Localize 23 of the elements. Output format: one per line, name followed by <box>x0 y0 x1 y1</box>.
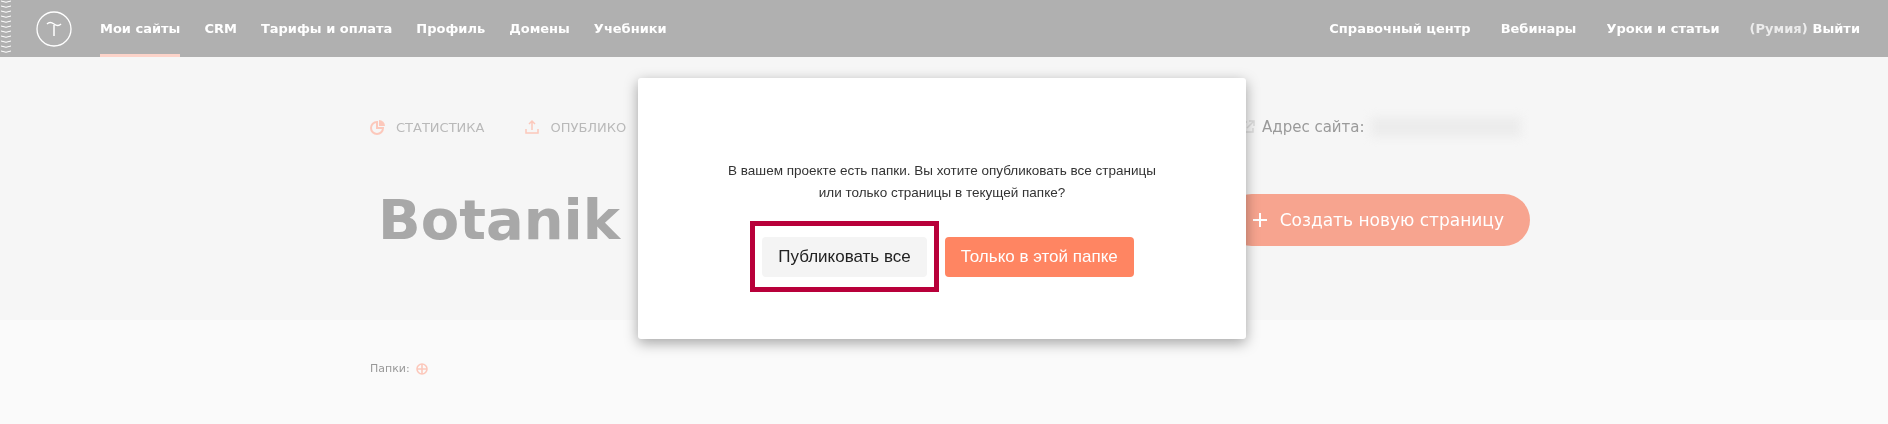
address-label: Адрес сайта: <box>1262 118 1365 136</box>
folders-label: Папки: <box>370 362 410 375</box>
nav-tab[interactable]: Домены <box>509 0 570 57</box>
add-folder-icon[interactable] <box>415 362 428 375</box>
nav-link[interactable]: Вебинары <box>1500 21 1577 36</box>
project-title: Botanik <box>377 187 622 252</box>
user-name: (Румия) <box>1749 21 1808 36</box>
statistics-link[interactable]: СТАТИСТИКА <box>396 119 485 135</box>
logo-icon[interactable] <box>36 10 72 47</box>
nav-tab[interactable]: Профиль <box>416 0 486 57</box>
logout-link[interactable]: Выйти <box>1812 21 1860 36</box>
nav-tab[interactable]: Тарифы и оплата <box>260 0 393 57</box>
pie-chart-icon <box>370 119 386 135</box>
nav-link[interactable]: Уроки и статьи <box>1606 21 1720 36</box>
plus-icon <box>1251 211 1268 228</box>
folder-publish-button[interactable]: Только в этой папке <box>944 236 1134 277</box>
publish-link[interactable]: ОПУБЛИКО <box>550 119 627 135</box>
nav-tab[interactable]: Учебники <box>593 0 667 57</box>
nav-tab[interactable]: CRM <box>204 0 237 57</box>
dialog-message: В вашем проекте есть папки. Вы хотите опубликовать все страницы или только страницы в текущей папке? <box>727 162 1157 202</box>
publish-all-button[interactable]: Публиковать все <box>762 237 927 277</box>
nav-link[interactable]: Справочный центр <box>1329 21 1471 36</box>
upload-icon <box>524 119 541 135</box>
